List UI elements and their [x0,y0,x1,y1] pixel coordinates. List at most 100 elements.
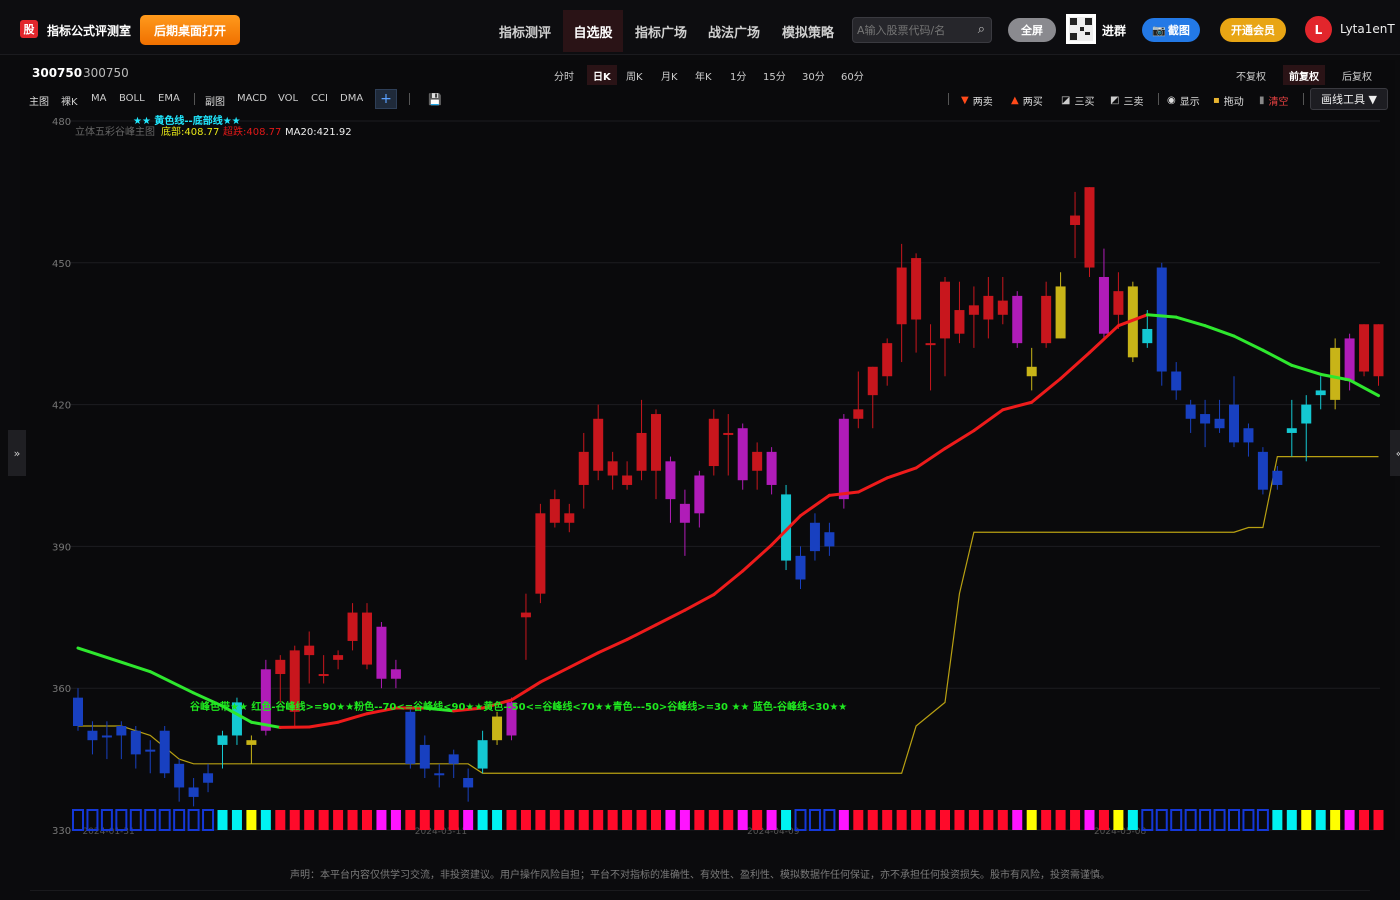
main-tab-boll[interactable]: BOLL [119,93,145,104]
three-sell-tool[interactable]: ◩ 三卖 [1110,93,1143,108]
candle-body [304,645,315,656]
y-tick-label: 390 [52,542,71,553]
period-60min[interactable]: 60分 [835,65,870,85]
y-tick-label: 330 [52,826,71,837]
camera-icon: 📷 [1152,23,1166,37]
band-cell [1228,809,1240,831]
candle-body [1301,404,1312,424]
candle-body [159,730,170,774]
candle-body [636,432,647,471]
color-band-legend: 谷峰色带★★ 红色-谷峰线>=90★★粉色--70<=谷峰线<90★★黄色--5… [190,700,847,713]
period-yearly[interactable]: 年K [689,65,718,85]
adjust-forward[interactable]: 前复权 [1283,65,1325,85]
two-sell-tool[interactable]: ▼ 两卖 [961,93,993,108]
band-cell [217,810,228,830]
band-cell [679,810,690,830]
period-30min[interactable]: 30分 [796,65,831,85]
candle-body [968,305,979,315]
band-cell [1373,810,1384,830]
band-cell [983,810,994,830]
nav-simulated-strategy[interactable]: 模拟策略 [772,10,844,52]
candle-body [795,555,806,580]
band-cell [1026,810,1037,830]
candle-body [188,787,199,797]
main-tab-ema[interactable]: EMA [158,93,180,104]
main-tab-ma[interactable]: MA [91,93,106,104]
candle-body [463,778,474,788]
nav-watchlist[interactable]: 自选股 [563,10,623,52]
period-weekly[interactable]: 周K [620,65,649,85]
period-monthly[interactable]: 月K [655,65,684,85]
draw-tools-dropdown[interactable]: 画线工具 ▼ [1310,88,1388,110]
band-cell [823,809,836,831]
join-group-link[interactable]: 进群 [1102,22,1126,39]
expand-left-panel-button[interactable]: » [8,430,26,476]
candle-body [1171,371,1182,391]
candle-body [911,258,922,320]
ma20-line-segment [336,712,369,724]
search-icon[interactable]: ⌕ [978,22,985,37]
adjust-none[interactable]: 不复权 [1230,65,1272,85]
nav-indicator-review[interactable]: 指标测评 [490,10,560,52]
expand-right-panel-button[interactable]: « [1390,430,1400,476]
period-timeshare[interactable]: 分时 [548,65,580,85]
ma20-line-segment [307,720,340,729]
candle-body [217,735,228,745]
band-cell [694,810,705,830]
save-icon[interactable]: 💾 [428,93,442,106]
band-cell [607,810,618,830]
adjust-backward[interactable]: 后复权 [1336,65,1378,85]
sub-tab-cci[interactable]: CCI [311,93,328,104]
band-cell [202,809,215,831]
show-toggle[interactable]: ◉ 显示 [1167,93,1200,108]
ma20-line-segment [538,665,571,684]
stock-search-input[interactable] [857,21,967,39]
candle-body [564,513,575,523]
username[interactable]: Lyta1enT [1340,22,1395,36]
band-cell [808,809,821,831]
band-cell [867,810,878,830]
nav-strategy-square[interactable]: 战法广场 [699,10,769,52]
candle-body [1055,286,1066,339]
sub-tab-dma[interactable]: DMA [340,93,363,104]
qr-code-icon[interactable] [1066,14,1096,44]
band-cell [492,810,503,830]
band-cell [737,810,748,830]
add-indicator-button[interactable]: + [375,89,397,109]
trash-icon: ▮ [1259,95,1265,106]
period-15min[interactable]: 15分 [757,65,792,85]
candle-body [1229,404,1239,443]
user-avatar[interactable]: L [1305,16,1332,43]
period-1min[interactable]: 1分 [724,65,752,85]
lock-icon: ▪ [1213,95,1220,106]
screenshot-button[interactable]: 📷 截图 [1142,18,1200,42]
ma20-line-segment [885,466,918,480]
candle-body [333,655,344,660]
ma20-line-segment [510,680,542,702]
vip-membership-button[interactable]: 开通会员 [1220,18,1286,42]
ma20-line-segment [972,408,1005,433]
sub-chart-label: 副图 [205,97,225,108]
candle-body [723,432,734,435]
main-tab-bare-k[interactable]: 裸K [61,93,78,108]
candle-body [1084,187,1095,268]
ma20-line-segment [683,593,716,612]
candle-body [679,503,690,523]
candle-body [1012,295,1023,344]
three-buy-tool[interactable]: ◪ 三买 [1061,93,1094,108]
drag-toggle[interactable]: ▪ 拖动 [1213,93,1244,108]
band-cell [723,810,734,830]
nav-indicator-square[interactable]: 指标广场 [626,10,696,52]
sub-tab-macd[interactable]: MACD [237,93,267,104]
fullscreen-button[interactable]: 全屏 [1008,18,1056,42]
clear-button[interactable]: ▮ 清空 [1259,93,1289,108]
sub-tab-vol[interactable]: VOL [278,93,298,104]
two-buy-tool[interactable]: ▲ 两买 [1011,93,1043,108]
band-cell [622,810,633,830]
period-daily[interactable]: 日K [587,65,617,85]
separator [948,93,949,105]
candlestick-chart[interactable]: 3303603904204504802024-01-31 2024-03-11 20… [20,115,1395,840]
three-buy-label: 三买 [1074,97,1095,108]
ma20-line-segment [567,651,600,669]
open-desktop-button[interactable]: 后期桌面打开 [140,15,240,45]
